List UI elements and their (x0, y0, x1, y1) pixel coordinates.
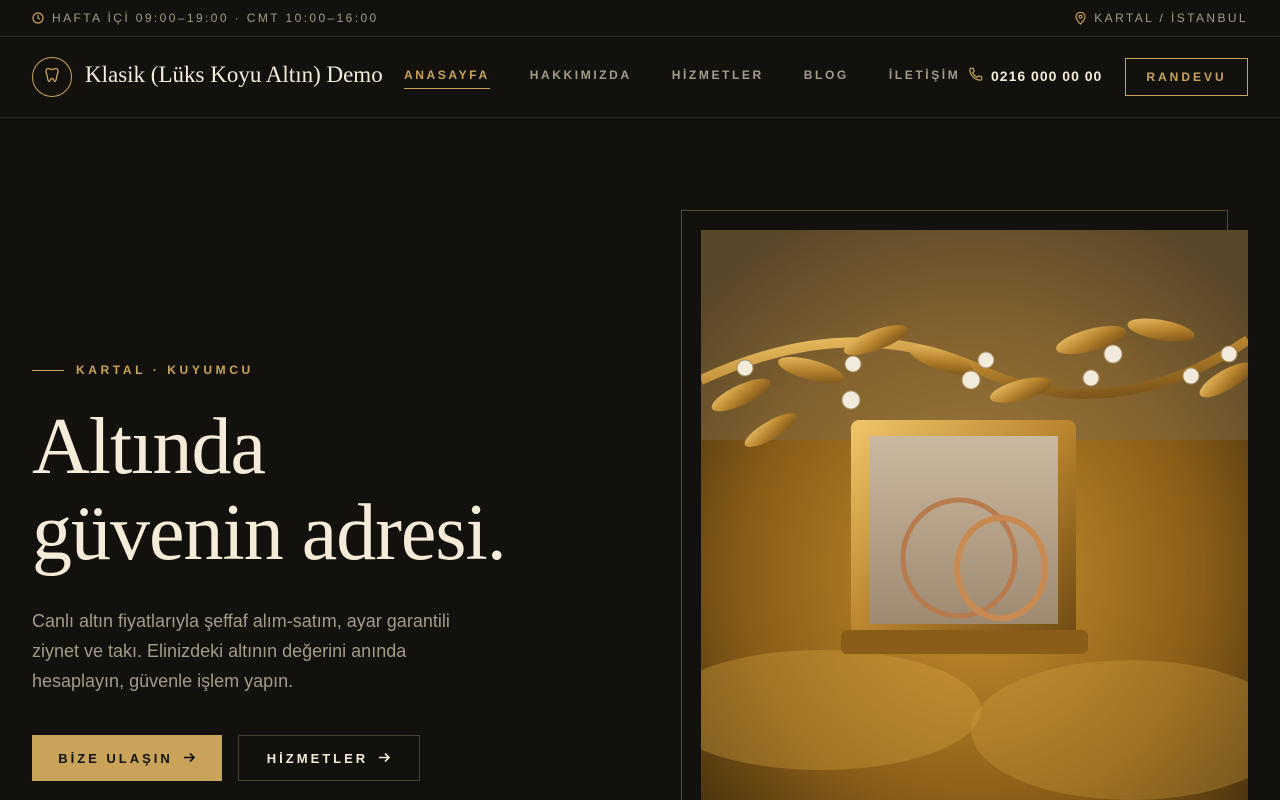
appointment-button[interactable]: RANDEVU (1125, 58, 1248, 96)
headline-line-1: Altında (32, 403, 266, 491)
logo-badge[interactable] (32, 57, 72, 97)
main-header: Klasik (Lüks Koyu Altın) Demo ANASAYFA H… (0, 37, 1280, 118)
headline-line-2: güvenin adresi. (32, 489, 507, 577)
contact-button-label: BİZE ULAŞIN (58, 750, 173, 766)
phone-link[interactable]: 0216 000 00 00 (968, 67, 1102, 85)
nav-item-iletisim[interactable]: İLETİŞİM (889, 68, 960, 89)
clock-icon (32, 12, 44, 24)
phone-number: 0216 000 00 00 (991, 68, 1103, 84)
hero-jewelry-image (701, 230, 1248, 800)
hero-eyebrow: KARTAL · KUYUMCU (32, 363, 254, 377)
brand-name[interactable]: Klasik (Lüks Koyu Altın) Demo (85, 62, 383, 88)
location-text: KARTAL / İSTANBUL (1094, 11, 1248, 25)
hero-headline: Altında güvenin adresi. (32, 403, 507, 577)
nav-item-anasayfa[interactable]: ANASAYFA (404, 68, 490, 89)
eyebrow-line (32, 369, 64, 371)
phone-icon (968, 67, 983, 85)
tooth-icon (45, 67, 59, 88)
contact-button[interactable]: BİZE ULAŞIN (32, 735, 222, 781)
arrow-right-icon (183, 751, 196, 766)
opening-hours: HAFTA İÇİ 09:00–19:00 · CMT 10:00–16:00 (32, 11, 379, 25)
nav-item-hizmetler[interactable]: HİZMETLER (672, 68, 764, 89)
arrow-right-icon (378, 751, 391, 766)
hero-lead: Canlı altın fiyatlarıyla şeffaf alım-sat… (32, 611, 450, 691)
opening-hours-text: HAFTA İÇİ 09:00–19:00 · CMT 10:00–16:00 (52, 11, 379, 25)
location: KARTAL / İSTANBUL (1075, 11, 1248, 25)
nav-item-hakkimizda[interactable]: HAKKIMIZDA (530, 68, 632, 89)
services-button-label: HİZMETLER (266, 750, 369, 766)
services-button[interactable]: HİZMETLER (238, 735, 420, 781)
eyebrow-text: KARTAL · KUYUMCU (76, 363, 254, 377)
main-nav: ANASAYFA HAKKIMIZDA HİZMETLER BLOG İLETİ… (404, 68, 960, 89)
top-info-bar: HAFTA İÇİ 09:00–19:00 · CMT 10:00–16:00 … (0, 0, 1280, 37)
map-pin-icon (1075, 11, 1086, 25)
nav-item-blog[interactable]: BLOG (804, 68, 849, 89)
